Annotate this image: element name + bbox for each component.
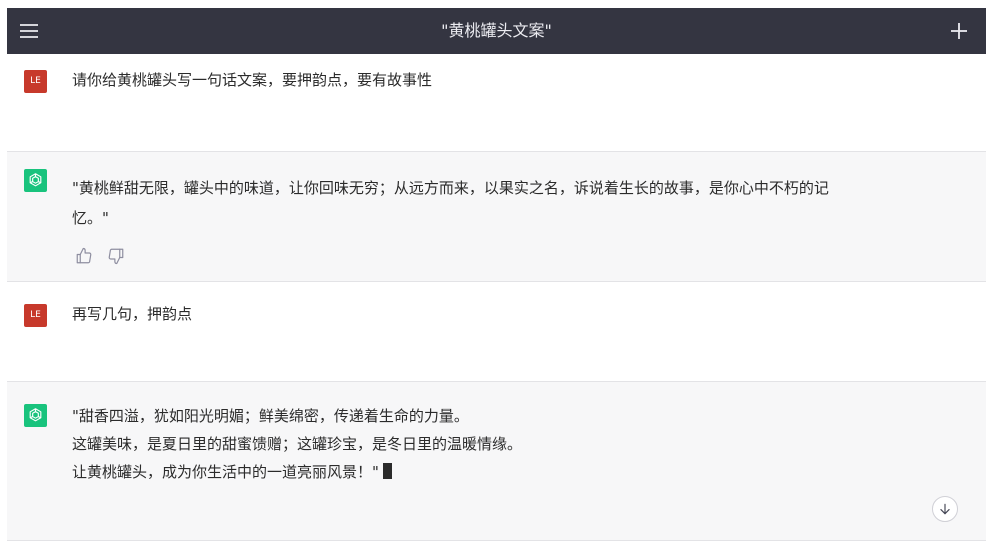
- thumbs-up-icon[interactable]: [75, 247, 93, 265]
- message-text: "黄桃鲜甜无限，罐头中的味道，让你回味无穷；从远方而来，以果实之名，诉说着生长的…: [72, 173, 952, 233]
- hamburger-menu-icon[interactable]: [18, 20, 40, 42]
- openai-logo-icon: [24, 404, 47, 427]
- message-line: 这罐美味，是夏日里的甜蜜馈赠；这罐珍宝，是冬日里的温暖情缘。: [72, 435, 523, 453]
- assistant-message: "黄桃鲜甜无限，罐头中的味道，让你回味无穷；从远方而来，以果实之名，诉说着生长的…: [7, 152, 986, 281]
- message-text: 再写几句，押韵点: [72, 300, 952, 328]
- top-bar: "黄桃罐头文案": [7, 8, 986, 54]
- message-text: 请你给黄桃罐头写一句话文案，要押韵点，要有故事性: [72, 66, 952, 94]
- message-line: "甜香四溢，犹如阳光明媚；鲜美绵密，传递着生命的力量。: [72, 407, 469, 425]
- message-text: "甜香四溢，犹如阳光明媚；鲜美绵密，传递着生命的力量。 这罐美味，是夏日里的甜蜜…: [72, 402, 952, 486]
- message-line: 忆。": [72, 209, 109, 227]
- message-line: 请你给黄桃罐头写一句话文案，要押韵点，要有故事性: [72, 71, 433, 89]
- typing-cursor: [382, 463, 392, 479]
- user-avatar: LE: [24, 304, 47, 327]
- user-avatar: LE: [24, 70, 47, 93]
- message-line-last: 让黄桃罐头，成为你生活中的一道亮丽风景！": [72, 458, 952, 486]
- assistant-message: "甜香四溢，犹如阳光明媚；鲜美绵密，传递着生命的力量。 这罐美味，是夏日里的甜蜜…: [7, 382, 986, 541]
- chat-window: "黄桃罐头文案" LE 请你给黄桃罐头写一句话文案，要押韵点，要有故事性 "黄桃…: [7, 8, 986, 541]
- plus-icon[interactable]: [948, 20, 970, 42]
- arrow-down-icon[interactable]: [932, 496, 958, 522]
- message-line: "黄桃鲜甜无限，罐头中的味道，让你回味无穷；从远方而来，以果实之名，诉说着生长的…: [72, 179, 829, 197]
- user-message: LE 再写几句，押韵点: [7, 282, 986, 381]
- message-divider: [7, 540, 986, 541]
- thumbs-down-icon[interactable]: [107, 247, 125, 265]
- openai-logo-icon: [24, 169, 47, 192]
- conversation-title: "黄桃罐头文案": [441, 21, 552, 40]
- message-line: 让黄桃罐头，成为你生活中的一道亮丽风景！": [72, 463, 379, 481]
- message-line: 再写几句，押韵点: [72, 305, 193, 323]
- feedback-actions: [75, 247, 125, 265]
- user-message: LE 请你给黄桃罐头写一句话文案，要押韵点，要有故事性: [7, 54, 986, 151]
